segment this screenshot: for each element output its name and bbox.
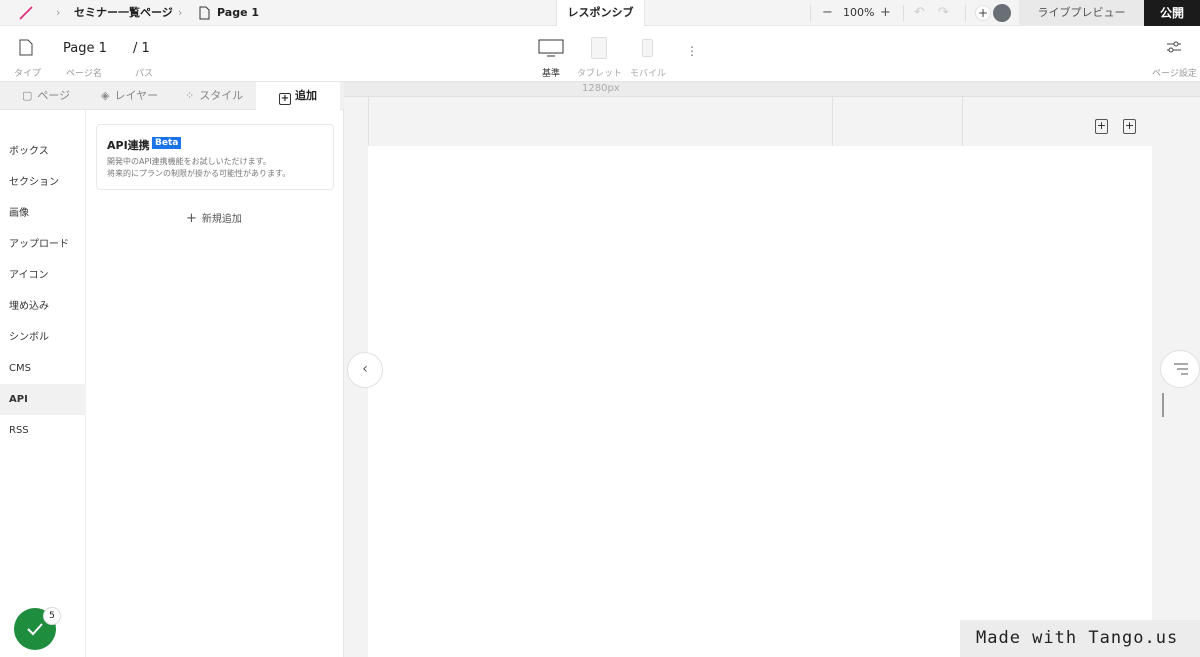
- styles-icon: ⁘: [185, 89, 195, 102]
- beta-badge: Beta: [152, 137, 182, 149]
- divider: [810, 5, 811, 21]
- canvas-page[interactable]: [368, 146, 1152, 657]
- tab-add[interactable]: + 追加: [256, 82, 340, 110]
- responsive-tab[interactable]: レスポンシブ: [556, 0, 645, 26]
- path-label: パス: [135, 69, 154, 79]
- category-icon[interactable]: アイコン: [0, 260, 86, 291]
- scrollbar[interactable]: [1162, 393, 1164, 417]
- guide-line: [962, 97, 963, 146]
- live-preview-button[interactable]: ライブプレビュー: [1019, 0, 1144, 26]
- category-api[interactable]: API: [0, 384, 86, 415]
- page-name-value[interactable]: Page 1: [63, 41, 107, 56]
- breadcrumb-parent[interactable]: セミナー一覧ページ: [74, 0, 173, 26]
- desktop-icon[interactable]: [538, 39, 564, 57]
- plus-icon: +: [186, 211, 197, 226]
- device-mobile-label[interactable]: モバイル: [630, 66, 666, 79]
- layers-icon: ◈: [101, 89, 110, 102]
- device-base-label[interactable]: 基準: [542, 66, 560, 79]
- new-add-button[interactable]: + 新規追加: [186, 211, 242, 227]
- divider: [903, 5, 904, 21]
- tab-label: スタイル: [199, 89, 244, 102]
- add-page-after-icon[interactable]: +: [1123, 119, 1136, 134]
- avatar[interactable]: [993, 4, 1011, 22]
- path-value[interactable]: / 1: [133, 41, 150, 56]
- top-bar: › セミナー一覧ページ › Page 1 レスポンシブ − 100% + ↶ ↷…: [0, 0, 1200, 26]
- category-section[interactable]: セクション: [0, 167, 86, 198]
- zoom-out-icon[interactable]: −: [822, 0, 833, 26]
- category-symbol[interactable]: シンボル: [0, 322, 86, 353]
- card-title: API連携: [107, 139, 150, 152]
- page-file-icon: [199, 6, 210, 20]
- pages-icon: ▢: [22, 89, 33, 102]
- card-description-2: 将来的にプランの制限が掛かる可能性があります。: [107, 169, 291, 178]
- category-list: ボックス セクション 画像 アップロード アイコン 埋め込み シンボル CMS …: [0, 110, 86, 657]
- category-image[interactable]: 画像: [0, 198, 86, 229]
- category-upload[interactable]: アップロード: [0, 229, 86, 260]
- tab-layers[interactable]: ◈ レイヤー: [101, 82, 158, 110]
- panel-tabs: ▢ ページ ◈ レイヤー ⁘ スタイル + 追加: [0, 82, 344, 110]
- tab-label: レイヤー: [114, 89, 159, 102]
- breadcrumb-page[interactable]: Page 1: [217, 0, 259, 26]
- more-options-icon[interactable]: ⋮: [686, 44, 698, 58]
- divider: [965, 5, 966, 21]
- guide-line: [368, 97, 369, 146]
- category-box[interactable]: ボックス: [0, 136, 86, 167]
- tab-pages[interactable]: ▢ ページ: [22, 82, 70, 110]
- tango-watermark: Made with Tango.us: [960, 620, 1200, 657]
- tab-styles[interactable]: ⁘ スタイル: [185, 82, 243, 110]
- check-icon: [27, 623, 43, 636]
- add-collaborator-icon[interactable]: +: [975, 5, 991, 21]
- tab-label: ページ: [37, 89, 71, 102]
- card-description-1: 開発中のAPI連携機能をお試しいただけます。: [107, 157, 271, 166]
- app-logo-icon[interactable]: [18, 5, 34, 21]
- canvas-ruler: 1280px: [344, 82, 1200, 97]
- category-rss[interactable]: RSS: [0, 415, 86, 446]
- outline-menu-icon[interactable]: [1160, 350, 1200, 388]
- api-integration-card[interactable]: API連携 Beta 開発中のAPI連携機能をお試しいただけます。 将来的にプラ…: [96, 124, 334, 190]
- mobile-icon[interactable]: [642, 39, 653, 57]
- category-cms[interactable]: CMS: [0, 353, 86, 384]
- chevron-right-icon: ›: [178, 6, 183, 19]
- zoom-level[interactable]: 100%: [843, 0, 874, 26]
- page-type-icon[interactable]: [19, 39, 33, 56]
- redo-icon[interactable]: ↷: [938, 0, 949, 26]
- page-name-label: ページ名: [66, 69, 102, 79]
- chevron-right-icon: ›: [56, 6, 61, 19]
- new-add-label: 新規追加: [201, 214, 242, 225]
- ruler-width-label: 1280px: [582, 83, 620, 94]
- add-page-before-icon[interactable]: +: [1095, 119, 1108, 134]
- page-toolbar: タイプ Page 1 ページ名 / 1 パス 基準 タブレット モバイル ⋮ ペ…: [0, 26, 1200, 82]
- zoom-in-icon[interactable]: +: [880, 0, 891, 26]
- guide-line: [832, 97, 833, 146]
- collapse-panel-icon[interactable]: ‹: [347, 352, 383, 388]
- settings-sliders-icon[interactable]: [1166, 40, 1182, 54]
- add-square-icon: +: [279, 93, 291, 105]
- publish-button[interactable]: 公開: [1144, 0, 1200, 26]
- tab-label: 追加: [295, 89, 317, 102]
- tablet-icon[interactable]: [591, 37, 607, 59]
- undo-icon[interactable]: ↶: [914, 0, 925, 26]
- category-embed[interactable]: 埋め込み: [0, 291, 86, 322]
- page-settings-label[interactable]: ページ設定: [1152, 66, 1197, 79]
- type-label: タイプ: [14, 69, 42, 79]
- checklist-count-badge: 5: [43, 607, 61, 625]
- device-tablet-label[interactable]: タブレット: [577, 66, 622, 79]
